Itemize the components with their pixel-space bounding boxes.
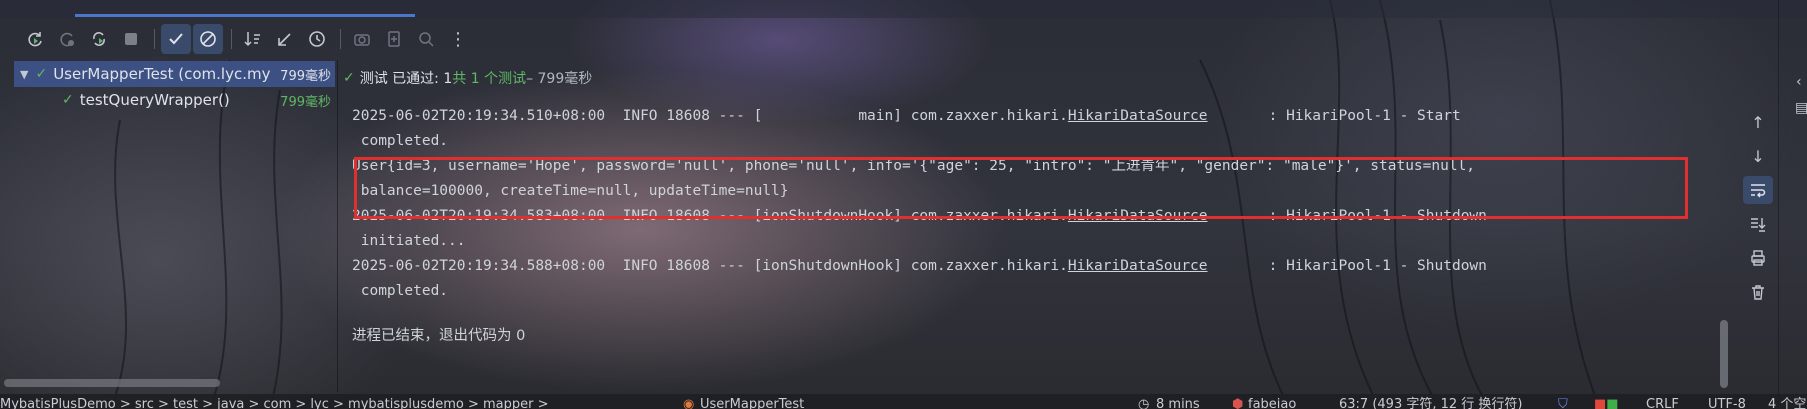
right-panel-divider: [1778, 0, 1779, 409]
tree-item-label: UserMapperTest (com.lyc.my: [53, 65, 271, 83]
indent-setting[interactable]: 4 个空格: [1768, 395, 1807, 409]
highlight-box: [354, 157, 1688, 219]
class-link[interactable]: HikariDataSource: [1068, 108, 1208, 124]
cursor-position[interactable]: 63:7 (493 字符, 12 行 换行符): [1339, 395, 1523, 409]
log-line: completed.: [352, 133, 449, 149]
tree-horizontal-scrollbar[interactable]: [4, 379, 220, 387]
side-panel-icon[interactable]: ▤: [1795, 100, 1807, 116]
chevron-left-icon[interactable]: ‹: [1796, 74, 1802, 90]
class-link[interactable]: HikariDataSource: [1068, 258, 1208, 274]
scroll-up-icon[interactable]: ↑: [1743, 108, 1773, 136]
panel-divider[interactable]: [337, 60, 338, 392]
sort-alpha-icon[interactable]: [238, 24, 268, 54]
editor-tab-strip: [0, 0, 1807, 18]
status-total: 共 1 个测试: [452, 71, 527, 87]
print-icon[interactable]: [1743, 244, 1773, 272]
breadcrumb-file[interactable]: UserMapperTest: [700, 395, 804, 409]
passed-check-icon: ✓: [35, 66, 48, 82]
trash-icon[interactable]: [1743, 278, 1773, 306]
toolbar-separator: [231, 29, 232, 49]
time-tracker[interactable]: 8 mins: [1156, 395, 1200, 409]
line-separator[interactable]: CRLF: [1646, 395, 1679, 409]
rerun-failed-icon[interactable]: [52, 24, 82, 54]
toolbar-separator: [154, 29, 155, 49]
passed-check-icon: ✓: [62, 92, 74, 108]
breadcrumb[interactable]: MybatisPlusDemo > src > test > java > co…: [0, 395, 549, 409]
log-line: 2025-06-02T20:19:34.510+08:00 INFO 18608…: [352, 103, 1461, 129]
shield-icon[interactable]: ⛉: [1558, 395, 1568, 409]
log-text: 2025-06-02T20:19:34.510+08:00 INFO 18608…: [352, 108, 1068, 124]
file-encoding[interactable]: UTF-8: [1708, 395, 1746, 409]
log-text: 2025-06-02T20:19:34.588+08:00 INFO 18608…: [352, 258, 1068, 274]
import-icon[interactable]: [411, 24, 441, 54]
test-duration: 799毫秒: [280, 94, 331, 110]
clock-icon: ◷: [1138, 397, 1150, 409]
expand-arrow-icon[interactable]: ▼: [20, 68, 28, 81]
toolbar-separator: [340, 29, 341, 49]
rerun-auto-icon[interactable]: [84, 24, 114, 54]
sort-duration-icon[interactable]: [270, 24, 300, 54]
stop-icon[interactable]: [116, 24, 146, 54]
log-line: completed.: [352, 283, 449, 299]
history-icon[interactable]: [302, 24, 332, 54]
show-passed-icon[interactable]: [161, 24, 191, 54]
plugin-label[interactable]: fabeiao: [1248, 395, 1296, 409]
test-tree: ▼ ✓ UserMapperTest (com.lyc.my 799毫秒 ✓ t…: [0, 61, 335, 361]
status-duration: – 799毫秒: [526, 71, 593, 87]
console-output[interactable]: 2025-06-02T20:19:34.510+08:00 INFO 18608…: [352, 103, 1712, 403]
class-icon: ◉: [683, 397, 695, 409]
log-line: initiated...: [352, 233, 466, 249]
screenshot-icon[interactable]: [347, 24, 377, 54]
status-bar: MybatisPlusDemo > src > test > java > co…: [0, 394, 1807, 409]
active-tab-indicator: [75, 14, 415, 17]
rerun-icon[interactable]: [20, 24, 50, 54]
tree-item-test[interactable]: ✓ testQueryWrapper() 799毫秒: [62, 87, 335, 113]
exit-message: 进程已结束，退出代码为 0: [352, 328, 526, 344]
soft-wrap-icon[interactable]: [1743, 176, 1773, 204]
status-prefix: 测试 已通过: 1: [359, 71, 453, 87]
log-text: : HikariPool-1 - Start: [1207, 108, 1461, 124]
scroll-down-icon[interactable]: ↓: [1743, 142, 1773, 170]
test-duration: 799毫秒: [280, 68, 331, 84]
plugin-icon: ⬢: [1232, 397, 1244, 409]
tree-item-label: testQueryWrapper(): [79, 91, 230, 109]
log-line: 2025-06-02T20:19:34.588+08:00 INFO 18608…: [352, 253, 1487, 279]
test-status: ✓ 测试 已通过: 1 共 1 个测试 – 799毫秒: [343, 68, 592, 88]
windows-icon[interactable]: ■■: [1594, 395, 1619, 409]
export-icon[interactable]: [379, 24, 409, 54]
show-ignored-icon[interactable]: [193, 24, 223, 54]
passed-check-icon: ✓: [343, 70, 355, 86]
console-side-toolbar: ↑ ↓: [1740, 108, 1776, 312]
tree-item-root[interactable]: ▼ ✓ UserMapperTest (com.lyc.my 799毫秒: [14, 61, 335, 87]
test-toolbar: ⋮: [0, 20, 1807, 58]
more-icon[interactable]: ⋮: [443, 24, 473, 54]
console-vertical-scrollbar[interactable]: [1720, 320, 1728, 388]
log-text: : HikariPool-1 - Shutdown: [1207, 258, 1487, 274]
scroll-to-end-icon[interactable]: [1743, 210, 1773, 238]
